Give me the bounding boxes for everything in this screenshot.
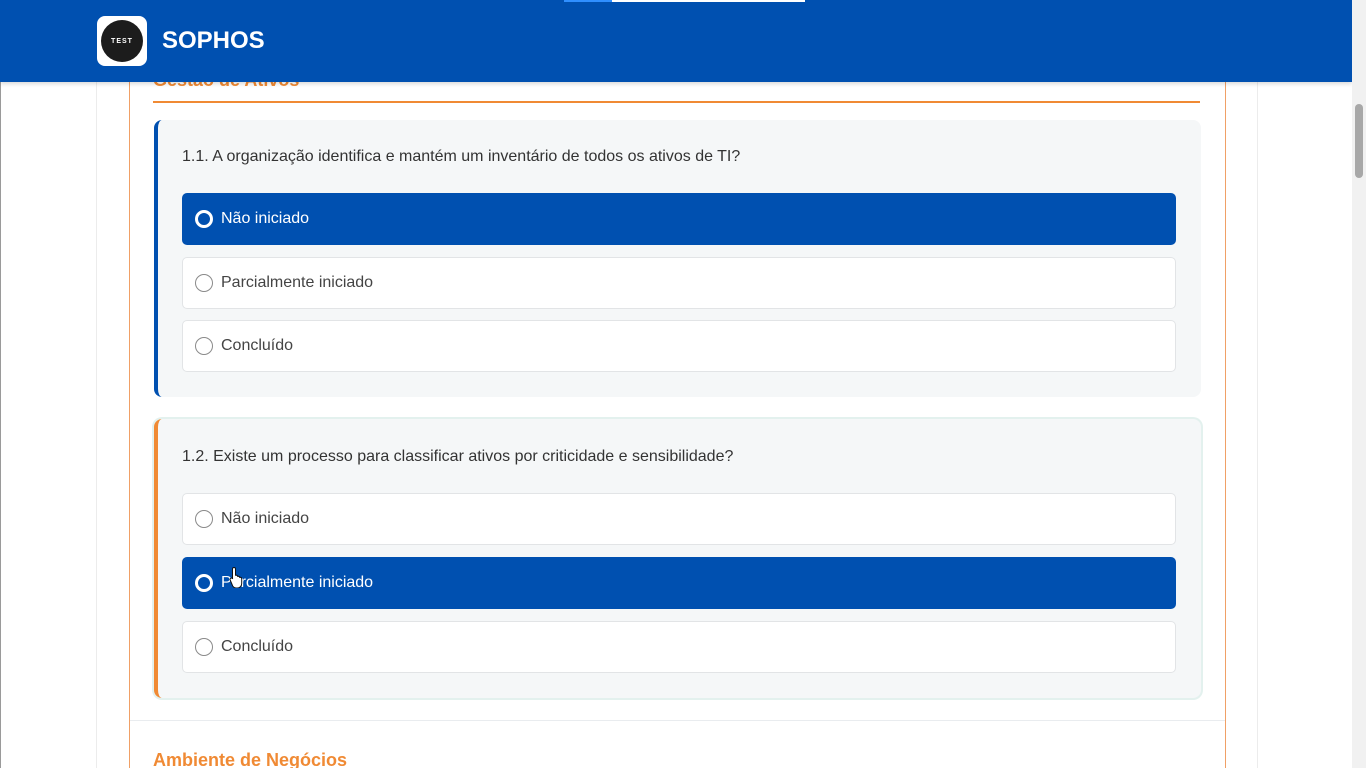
logo[interactable]: TEST — [97, 16, 147, 66]
header-accent-strip — [564, 0, 612, 2]
option-parcialmente-iniciado[interactable]: Parcialmente iniciado — [182, 557, 1176, 609]
radio-button-icon[interactable] — [195, 510, 213, 528]
radio-button-icon[interactable] — [195, 210, 213, 228]
option-label: Parcialmente iniciado — [221, 274, 374, 291]
page: Gestão de Ativos 1.1. A organização iden… — [0, 0, 1366, 768]
option-label: Concluído — [221, 638, 294, 655]
section-separator — [130, 720, 1225, 721]
radio-button-icon[interactable] — [195, 574, 213, 592]
top-header: TEST SOPHOS — [0, 0, 1352, 82]
question-card-1: 1.1. A organização identifica e mantém u… — [154, 120, 1201, 397]
option-concluido[interactable]: Concluído — [182, 621, 1176, 673]
question-text: 1.2. Existe um processo para classificar… — [182, 448, 734, 465]
window-edge — [0, 0, 1, 768]
logo-badge: TEST — [101, 20, 143, 62]
vertical-scrollbar[interactable] — [1352, 0, 1366, 768]
brand-name[interactable]: SOPHOS — [162, 28, 265, 54]
option-label: Concluído — [221, 337, 294, 354]
option-label: Não iniciado — [221, 510, 310, 527]
option-concluido[interactable]: Concluído — [182, 320, 1176, 372]
radio-button-icon[interactable] — [195, 337, 213, 355]
option-label: Não iniciado — [221, 210, 310, 227]
option-nao-iniciado[interactable]: Não iniciado — [182, 193, 1176, 245]
hand-pointer-icon — [229, 566, 243, 588]
next-section-title: Ambiente de Negócios — [153, 750, 348, 768]
option-parcialmente-iniciado[interactable]: Parcialmente iniciado — [182, 257, 1176, 309]
question-text: 1.1. A organização identifica e mantém u… — [182, 148, 741, 165]
scrollbar-thumb[interactable] — [1355, 104, 1363, 178]
header-accent-strip — [612, 0, 805, 2]
question-card-2: 1.2. Existe um processo para classificar… — [154, 419, 1201, 698]
option-nao-iniciado[interactable]: Não iniciado — [182, 493, 1176, 545]
radio-button-icon[interactable] — [195, 638, 213, 656]
section-divider — [153, 101, 1200, 103]
radio-button-icon[interactable] — [195, 274, 213, 292]
